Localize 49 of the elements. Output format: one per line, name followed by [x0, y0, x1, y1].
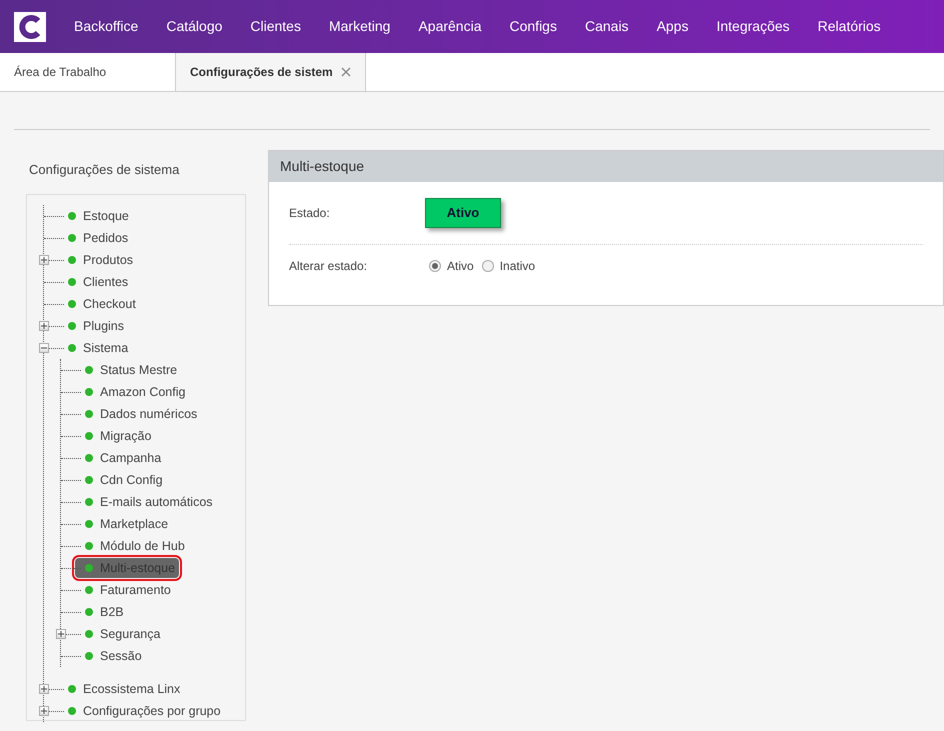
expand-icon[interactable] — [39, 255, 49, 265]
tree-item[interactable]: Plugins — [64, 316, 128, 336]
nav-link[interactable]: Clientes — [236, 16, 315, 37]
tree-item[interactable]: Clientes — [64, 272, 132, 292]
radio-option[interactable]: Inativo — [482, 257, 536, 275]
tree-item[interactable]: E-mails automáticos — [81, 492, 217, 512]
field-label: Alterar estado: — [289, 258, 368, 275]
tree-item[interactable]: Marketplace — [81, 514, 172, 534]
tree-item[interactable]: Dados numéricos — [81, 404, 202, 424]
nav-link[interactable]: Integrações — [702, 16, 804, 37]
expand-icon[interactable] — [56, 629, 66, 639]
tree-item[interactable]: Ecossistema Linx — [64, 679, 184, 699]
tree-item[interactable]: Sessão — [81, 646, 146, 666]
nav-link[interactable]: Apps — [642, 16, 702, 37]
tree-item[interactable]: Sistema — [64, 338, 132, 358]
collapse-icon[interactable] — [39, 343, 49, 353]
close-icon[interactable] — [340, 67, 351, 77]
tree-item[interactable]: Campanha — [81, 448, 166, 468]
field-label: Estado: — [289, 205, 331, 222]
tree-item[interactable]: Módulo de Hub — [81, 536, 189, 556]
radio-option[interactable]: Ativo — [429, 257, 474, 275]
nav-link[interactable]: Relatórios — [804, 16, 895, 37]
nav-link[interactable]: Canais — [570, 16, 643, 37]
tree-item[interactable]: Cdn Config — [81, 470, 167, 490]
tree-item[interactable]: B2B — [81, 602, 128, 622]
tree-item[interactable]: Status Mestre — [81, 360, 182, 380]
expand-icon[interactable] — [39, 706, 49, 716]
tree-item[interactable]: Pedidos — [64, 228, 132, 248]
nav-link[interactable]: Marketing — [314, 16, 404, 37]
tree-item[interactable]: Produtos — [64, 250, 138, 270]
tree-item[interactable]: Segurança — [81, 624, 164, 644]
nav-link[interactable]: Configs — [496, 16, 571, 37]
nav-link[interactable]: Backoffice — [60, 16, 152, 37]
sidebar-title: Configurações de sistema — [28, 161, 180, 179]
nav-link[interactable]: Catálogo — [152, 16, 236, 37]
tree-item[interactable]: Amazon Config — [81, 382, 190, 402]
tree-item[interactable]: Estoque — [64, 206, 133, 226]
panel-title: Multi-estoque — [269, 151, 943, 182]
tab[interactable]: Configurações de sistem — [175, 53, 366, 91]
status-badge: Ativo — [425, 198, 501, 228]
expand-icon[interactable] — [39, 684, 49, 694]
nav-link[interactable]: Aparência — [404, 16, 496, 37]
tab[interactable]: Área de Trabalho — [0, 53, 175, 91]
expand-icon[interactable] — [39, 321, 49, 331]
tree-item[interactable]: Checkout — [64, 294, 140, 314]
tree-item[interactable]: Migração — [81, 426, 156, 446]
tree-item[interactable]: Configurações por grupo — [64, 701, 225, 721]
tree-item[interactable]: Faturamento — [81, 580, 175, 600]
logo-icon[interactable] — [14, 12, 46, 42]
